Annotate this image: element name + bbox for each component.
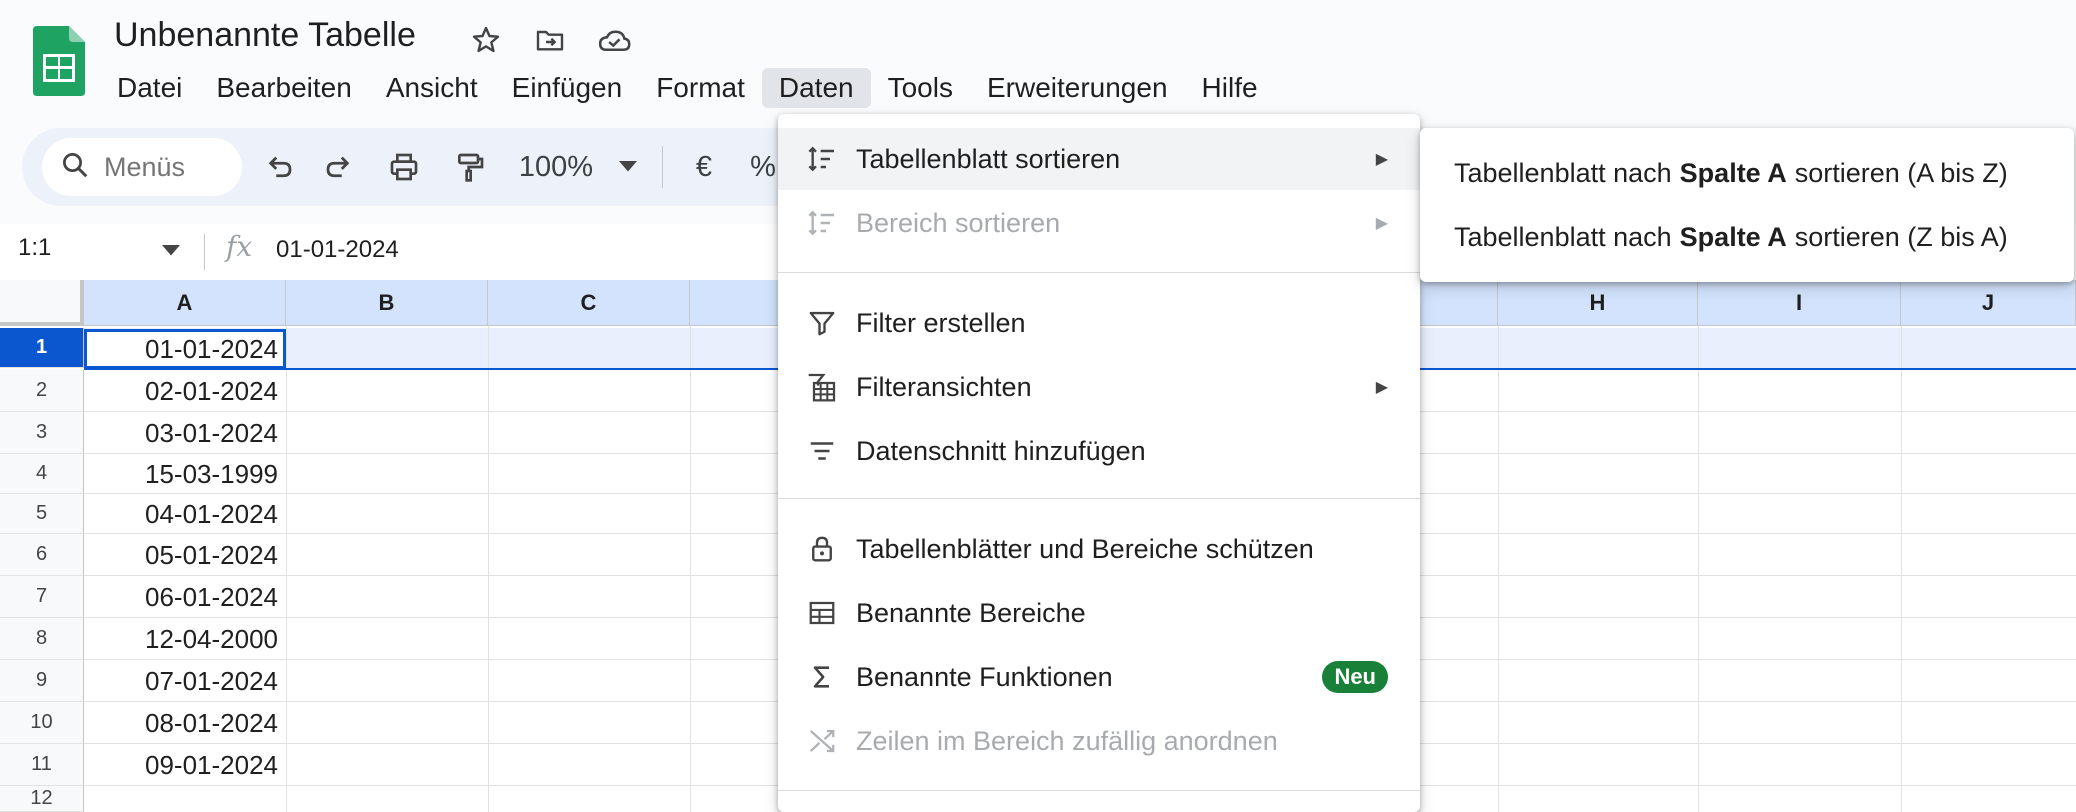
slicer-icon	[804, 433, 840, 469]
menu-item-filter-views[interactable]: Filteransichten ▶	[778, 356, 1420, 418]
name-box-dropdown-icon[interactable]	[162, 244, 180, 262]
cell-a7[interactable]: 06-01-2024	[84, 576, 286, 618]
cell-a11[interactable]: 09-01-2024	[84, 744, 286, 786]
menu-daten[interactable]: Daten	[761, 68, 871, 108]
menu-einfuegen[interactable]: Einfügen	[495, 68, 640, 108]
cloud-saved-icon[interactable]	[596, 22, 632, 58]
menu-format[interactable]: Format	[639, 68, 762, 108]
zoom-value[interactable]: 100%	[516, 148, 596, 186]
redo-icon[interactable]	[318, 148, 358, 186]
percent-format-button[interactable]: %	[748, 148, 778, 186]
menubar: Datei Bearbeiten Ansicht Einfügen Format…	[100, 66, 1275, 110]
sigma-icon	[804, 659, 840, 695]
data-menu: Tabellenblatt sortieren ▶ Bereich sortie…	[778, 114, 1420, 812]
new-badge: Neu	[1322, 661, 1388, 693]
row-header-8[interactable]: 8	[0, 618, 84, 660]
undo-icon[interactable]	[260, 148, 300, 186]
name-box[interactable]: 1:1	[18, 234, 51, 262]
currency-format-button[interactable]: €	[686, 148, 722, 186]
menu-bearbeiten[interactable]: Bearbeiten	[199, 68, 368, 108]
menu-item-sort-sheet[interactable]: Tabellenblatt sortieren ▶	[778, 128, 1420, 190]
shuffle-icon	[804, 723, 840, 759]
cell-a8[interactable]: 12-04-2000	[84, 618, 286, 660]
row-header-3[interactable]: 3	[0, 412, 84, 454]
column-header-i[interactable]: I	[1698, 280, 1901, 326]
menu-item-sort-range: Bereich sortieren ▶	[778, 192, 1420, 254]
row-header-12[interactable]: 12	[0, 786, 84, 812]
print-icon[interactable]	[384, 148, 424, 186]
menu-item-named-ranges[interactable]: Benannte Bereiche	[778, 582, 1420, 644]
submenu-arrow-icon: ▶	[1375, 215, 1388, 232]
formula-input[interactable]: 01-01-2024	[276, 236, 399, 264]
cell-a3[interactable]: 03-01-2024	[84, 412, 286, 454]
paint-format-icon[interactable]	[450, 148, 490, 186]
menu-item-protect[interactable]: Tabellenblätter und Bereiche schützen	[778, 518, 1420, 580]
column-header-j[interactable]: J	[1901, 280, 2076, 326]
cell-a2[interactable]: 02-01-2024	[84, 370, 286, 412]
menu-tools[interactable]: Tools	[871, 68, 970, 108]
lock-icon	[804, 531, 840, 567]
row-header-5[interactable]: 5	[0, 494, 84, 534]
menu-item-shuffle-rows: Zeilen im Bereich zufällig anordnen	[778, 710, 1420, 772]
row-header-10[interactable]: 10	[0, 702, 84, 744]
sort-a-to-z-option[interactable]: Tabellenblatt nach Spalte A sortieren (A…	[1420, 142, 2074, 204]
cell-a4[interactable]: 15-03-1999	[84, 454, 286, 494]
menu-item-create-filter[interactable]: Filter erstellen	[778, 292, 1420, 354]
menu-item-named-functions[interactable]: Benannte Funktionen Neu	[778, 646, 1420, 708]
row-header-11[interactable]: 11	[0, 744, 84, 786]
cell-a6[interactable]: 05-01-2024	[84, 534, 286, 576]
menu-ansicht[interactable]: Ansicht	[369, 68, 495, 108]
cell-a5[interactable]: 04-01-2024	[84, 494, 286, 534]
column-header-a[interactable]: A	[84, 280, 286, 326]
menu-hilfe[interactable]: Hilfe	[1185, 68, 1275, 108]
column-header-b[interactable]: B	[286, 280, 488, 326]
menu-erweiterungen[interactable]: Erweiterungen	[970, 68, 1185, 108]
zoom-dropdown-icon[interactable]	[614, 148, 642, 186]
column-header-h[interactable]: H	[1498, 280, 1698, 326]
filter-icon	[804, 305, 840, 341]
sort-z-to-a-option[interactable]: Tabellenblatt nach Spalte A sortieren (Z…	[1420, 206, 2074, 268]
cell-a12[interactable]	[84, 786, 286, 812]
move-folder-icon[interactable]	[532, 22, 568, 58]
sort-range-icon	[804, 205, 840, 241]
row-header-9[interactable]: 9	[0, 660, 84, 702]
document-title[interactable]: Unbenannte Tabelle	[114, 16, 416, 55]
sort-icon	[804, 141, 840, 177]
column-header-c[interactable]: C	[488, 280, 690, 326]
search-icon	[60, 150, 90, 185]
cell-a10[interactable]: 08-01-2024	[84, 702, 286, 744]
menu-search[interactable]	[42, 138, 242, 196]
submenu-arrow-icon: ▶	[1375, 151, 1388, 168]
named-ranges-icon	[804, 595, 840, 631]
row-header-6[interactable]: 6	[0, 534, 84, 576]
sort-submenu: Tabellenblatt nach Spalte A sortieren (A…	[1420, 128, 2074, 282]
submenu-arrow-icon: ▶	[1375, 379, 1388, 396]
sheets-logo[interactable]	[33, 26, 85, 96]
star-icon[interactable]	[468, 22, 504, 58]
filter-views-icon	[804, 369, 840, 405]
fx-icon: fx	[226, 230, 253, 263]
row-header-7[interactable]: 7	[0, 576, 84, 618]
cell-a1[interactable]: 01-01-2024	[84, 328, 286, 370]
menu-datei[interactable]: Datei	[100, 68, 199, 108]
row-header-4[interactable]: 4	[0, 454, 84, 494]
menu-item-add-slicer[interactable]: Datenschnitt hinzufügen	[778, 420, 1420, 482]
search-input[interactable]	[104, 151, 234, 183]
select-all-corner[interactable]	[0, 280, 84, 326]
cell-a9[interactable]: 07-01-2024	[84, 660, 286, 702]
row-header-2[interactable]: 2	[0, 370, 84, 412]
row-header-1[interactable]: 1	[0, 328, 84, 368]
